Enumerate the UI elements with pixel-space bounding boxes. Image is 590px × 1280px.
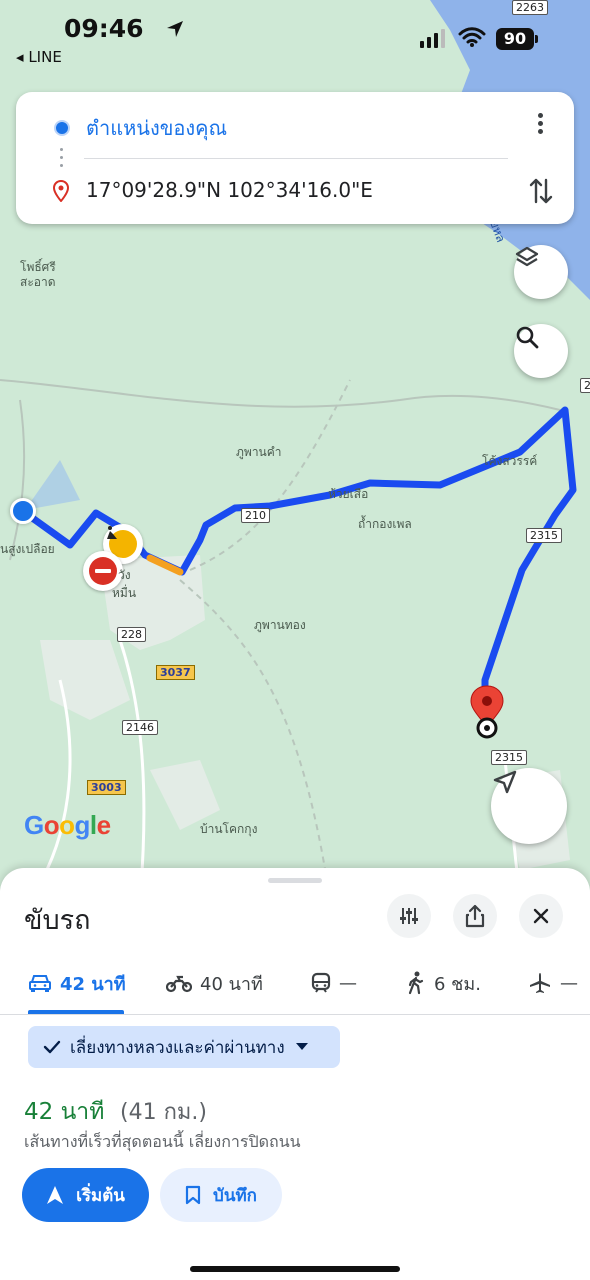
route-duration: 42 นาที	[24, 1099, 105, 1125]
navigation-icon	[47, 1186, 64, 1204]
back-app-label: LINE	[28, 48, 62, 66]
save-button[interactable]: บันทึก	[160, 1168, 282, 1222]
road-shield: 2146	[122, 720, 158, 735]
tune-icon	[400, 908, 418, 924]
divider	[84, 158, 508, 159]
tab-motorcycle[interactable]: 40 นาที	[166, 968, 263, 998]
route-description: เส้นทางที่เร็วที่สุดตอนนี้ เลี่ยงการปิดถ…	[24, 1132, 301, 1151]
recenter-button[interactable]	[491, 768, 567, 844]
map-label: นสูงเปลือย	[0, 542, 55, 556]
route-dots	[60, 148, 63, 172]
battery-tip	[535, 35, 538, 43]
origin-field[interactable]: ตำแหน่งของคุณ	[86, 112, 227, 144]
road-shield: 2315	[526, 528, 562, 543]
road-shield: 210	[241, 508, 270, 523]
motorcycle-icon	[166, 975, 192, 993]
tab-flights-label: —	[560, 972, 578, 994]
navigation-arrow-icon	[493, 770, 517, 794]
share-icon	[465, 904, 485, 928]
road-shield: 3037	[156, 665, 195, 680]
start-button[interactable]: เริ่มต้น	[22, 1168, 149, 1222]
close-icon	[533, 908, 549, 924]
start-label: เริ่มต้น	[76, 1185, 125, 1206]
home-indicator	[190, 1266, 400, 1272]
bookmark-icon	[185, 1185, 201, 1205]
layers-button[interactable]	[514, 245, 568, 299]
check-icon	[43, 1040, 61, 1054]
tab-drive-label: 42 นาที	[60, 973, 126, 995]
search-along-route-button[interactable]	[514, 324, 568, 378]
back-to-app[interactable]: ◂ LINE	[16, 48, 62, 66]
road-shield: 3003	[87, 780, 126, 795]
wifi-icon	[458, 27, 486, 47]
walk-icon	[408, 971, 424, 995]
route-distance: (41 กม.)	[120, 1100, 207, 1125]
travel-mode-tabs: 42 นาที 40 นาที — 6 ชม. —	[0, 958, 590, 1015]
map-label: ถ้ำกองเพล	[358, 517, 412, 531]
destination-marker-icon	[53, 180, 69, 202]
active-tab-indicator	[28, 1010, 124, 1014]
origin-dot-icon	[54, 120, 70, 136]
avoid-highways-tolls-chip[interactable]: เลี่ยงทางหลวงและค่าผ่านทาง	[28, 1026, 340, 1068]
location-services-icon	[167, 21, 183, 37]
sheet-handle[interactable]	[268, 878, 322, 883]
plane-icon	[530, 973, 550, 993]
map-label: โค้งสวรรค์	[482, 454, 538, 468]
clock: 09:46	[64, 14, 144, 43]
directions-card: ตำแหน่งของคุณ 17°09'28.9"N 102°34'16.0"E	[16, 92, 574, 224]
directions-sheet[interactable]: ขับรถ 42 นาที 40 นาที — 6 ชม. — เลี่ยงทา…	[0, 868, 590, 1280]
map-label: ภูพานคำ	[236, 445, 282, 459]
tab-flights[interactable]: —	[528, 968, 578, 998]
chip-label: เลี่ยงทางหลวงและค่าผ่านทาง	[70, 1037, 285, 1058]
layers-icon	[515, 246, 539, 267]
signal-icon	[420, 29, 445, 48]
tab-drive[interactable]: 42 นาที	[28, 968, 126, 998]
status-bar: 09:46 ◂ LINE 90	[0, 0, 590, 80]
google-logo: Google	[24, 810, 111, 840]
tab-transit[interactable]: —	[311, 968, 357, 998]
swap-icon[interactable]	[528, 176, 554, 206]
map-label: ภูพานทอง	[254, 618, 306, 632]
map-label: บ้านโคกกุง	[200, 822, 258, 836]
road-shield: 228	[117, 627, 146, 642]
road-shield: 2	[580, 378, 590, 393]
sheet-title: ขับรถ	[24, 905, 91, 936]
road-shield: 2315	[491, 750, 527, 765]
save-label: บันทึก	[213, 1185, 257, 1206]
map-label: ห้วยเสือ	[328, 487, 369, 501]
close-button[interactable]	[519, 894, 563, 938]
battery-indicator: 90	[496, 28, 534, 50]
current-location-dot	[10, 498, 36, 524]
chevron-down-icon	[295, 1043, 308, 1050]
tab-motorcycle-label: 40 นาที	[200, 973, 263, 995]
share-button[interactable]	[453, 894, 497, 938]
more-options-button[interactable]	[530, 110, 550, 140]
tab-walk[interactable]: 6 ชม.	[406, 968, 481, 998]
car-icon	[29, 975, 51, 992]
train-icon	[311, 972, 331, 993]
map-label: สะอาด	[20, 275, 56, 289]
map-label: วัง	[118, 568, 131, 582]
tab-transit-label: —	[339, 972, 357, 994]
tab-walk-label: 6 ชม.	[434, 973, 481, 995]
destination-field[interactable]: 17°09'28.9"N 102°34'16.0"E	[86, 178, 373, 202]
search-icon	[516, 326, 539, 349]
route-options-button[interactable]	[387, 894, 431, 938]
map-label: หมื่น	[112, 586, 137, 600]
